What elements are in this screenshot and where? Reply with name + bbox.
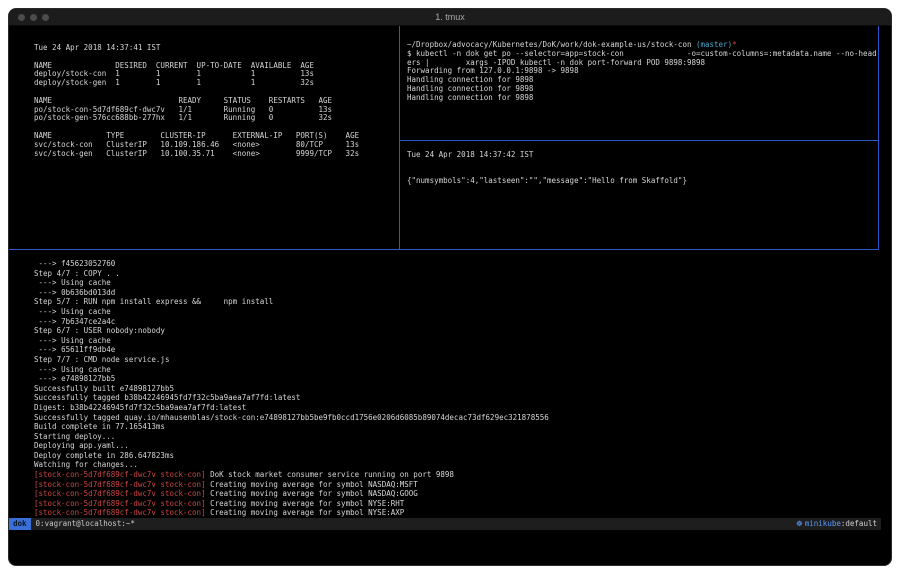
terminal-line xyxy=(407,160,878,169)
terminal-line: Tue 24 Apr 2018 14:37:42 IST xyxy=(407,151,878,160)
tmux-window-item[interactable]: 0:vagrant@localhost:~* xyxy=(36,518,135,530)
terminal-line: ---> f45623052760 xyxy=(34,259,879,269)
terminal-line: Successfully tagged b38b42246945fd7f32c5… xyxy=(34,393,879,403)
terminal-line: Watching for changes... xyxy=(34,460,879,470)
terminal-line: [stock-con-5d7df689cf-dwc7v stock-con] D… xyxy=(34,470,879,480)
terminal-line: ---> 0b636bd013dd xyxy=(34,288,879,298)
terminal-line: Step 7/7 : CMD node service.js xyxy=(34,355,879,365)
terminal-line: Build complete in 77.165413ms xyxy=(34,422,879,432)
terminal-window: 1. tmux Tue 24 Apr 2018 14:37:41 IST NAM… xyxy=(8,8,892,566)
tmux-status-right: ☸minikube:default xyxy=(796,518,877,530)
kube-namespace: :default xyxy=(841,519,877,528)
terminal-line: deploy/stock-gen 1 1 1 1 32s xyxy=(34,79,399,88)
terminal-line: {"numsymbols":4,"lastseen":"","message":… xyxy=(407,177,878,186)
terminal-line: ---> 7b6347ce2a4c xyxy=(34,317,879,327)
terminal-line: ---> Using cache xyxy=(34,365,879,375)
terminal-line: ---> Using cache xyxy=(34,336,879,346)
pane-curl-output[interactable]: Tue 24 Apr 2018 14:37:42 IST {"numsymbol… xyxy=(400,141,878,249)
terminal-line: Step 5/7 : RUN npm install express && np… xyxy=(34,297,879,307)
terminal-line: Successfully tagged quay.io/mhausenblas/… xyxy=(34,413,879,423)
minimize-button[interactable] xyxy=(30,14,37,21)
terminal-line: Step 4/7 : COPY . . xyxy=(34,269,879,279)
terminal-line: Deploying app.yaml... xyxy=(34,441,879,451)
terminal-line: Successfully built e74898127bb5 xyxy=(34,384,879,394)
terminal-line: ---> Using cache xyxy=(34,307,879,317)
tmux-session-name[interactable]: dok xyxy=(9,518,31,530)
terminal-line: Step 6/7 : USER nobody:nobody xyxy=(34,326,879,336)
terminal-line: Handling connection for 9898 xyxy=(407,94,878,103)
zoom-button[interactable] xyxy=(42,14,49,21)
terminal-line: [stock-con-5d7df689cf-dwc7v stock-con] C… xyxy=(34,489,879,499)
terminal-line: svc/stock-gen ClusterIP 10.100.35.71 <no… xyxy=(34,150,399,159)
terminal-line: po/stock-gen-576cc688bb-277hx 1/1 Runnin… xyxy=(34,114,399,123)
close-button[interactable] xyxy=(18,14,25,21)
terminal-line: [stock-con-5d7df689cf-dwc7v stock-con] C… xyxy=(34,499,879,509)
kube-cluster-name: minikube xyxy=(805,519,841,528)
terminal-line: [stock-con-5d7df689cf-dwc7v stock-con] C… xyxy=(34,508,879,518)
terminal-line: Tue 24 Apr 2018 14:37:41 IST xyxy=(34,44,399,53)
desktop-background: 1. tmux Tue 24 Apr 2018 14:37:41 IST NAM… xyxy=(0,0,900,574)
kubernetes-context-icon: ☸ xyxy=(796,519,803,528)
pane-kubectl-watch-output[interactable]: Tue 24 Apr 2018 14:37:41 IST NAME DESIRE… xyxy=(9,26,399,249)
window-titlebar[interactable]: 1. tmux xyxy=(9,9,891,26)
tmux-status-bar: dok 0:vagrant@localhost:~* ☸minikube:def… xyxy=(9,518,881,530)
terminal-line: ---> Using cache xyxy=(34,278,879,288)
terminal-line: ---> e74898127bb5 xyxy=(34,374,879,384)
terminal-line: Starting deploy... xyxy=(34,432,879,442)
pane-port-forward[interactable]: ~/Dropbox/advocacy/Kubernetes/DoK/work/d… xyxy=(400,26,878,140)
terminal-line: ---> 65611ff9db4e xyxy=(34,345,879,355)
pane-border-vertical-right xyxy=(878,26,879,249)
window-title: 1. tmux xyxy=(9,9,891,26)
terminal-line: [stock-con-5d7df689cf-dwc7v stock-con] C… xyxy=(34,480,879,490)
traffic-lights xyxy=(18,14,49,21)
terminal-line: Deploy complete in 286.647823ms xyxy=(34,451,879,461)
terminal-line: Digest: b38b42246945fd7f32c5ba9aea7af7fd… xyxy=(34,403,879,413)
pane-skaffold-log[interactable]: ---> f45623052760Step 4/7 : COPY . . ---… xyxy=(9,250,879,518)
